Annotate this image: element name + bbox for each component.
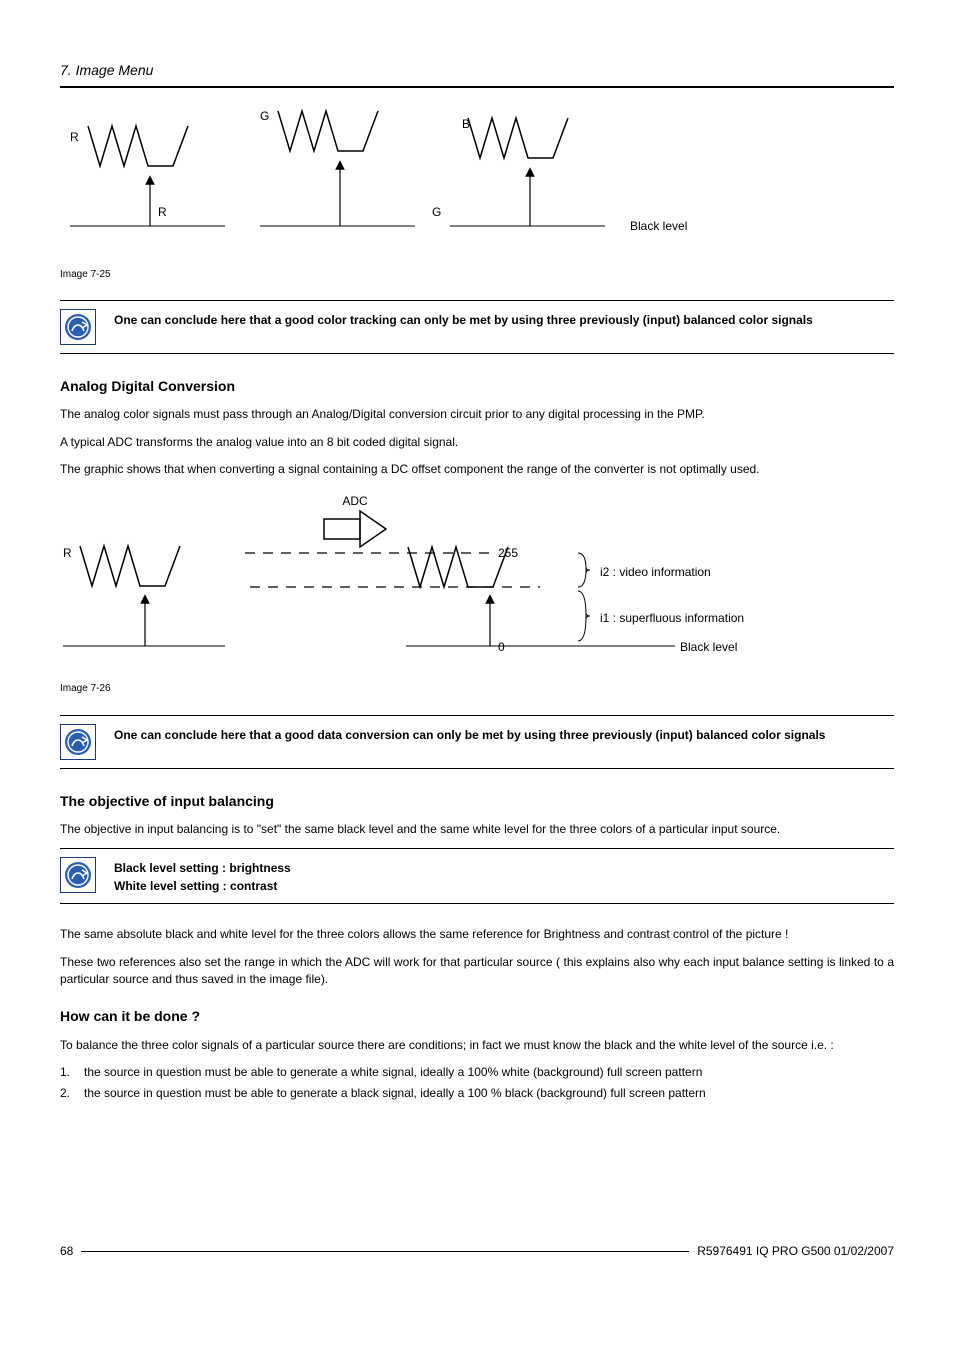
heading-adc: Analog Digital Conversion bbox=[60, 376, 894, 396]
callout-level-settings: Black level setting : brightness White l… bbox=[60, 848, 894, 904]
page-section-header: 7. Image Menu bbox=[60, 60, 894, 88]
list-text: the source in question must be able to g… bbox=[84, 1085, 706, 1102]
label-black-level-2: Black level bbox=[680, 640, 737, 654]
doc-reference: R5976491 IQ PRO G500 01/02/2007 bbox=[697, 1243, 894, 1260]
label-r2: R bbox=[63, 546, 72, 560]
list-num: 1. bbox=[60, 1064, 84, 1081]
figure-7-26-caption: Image 7-26 bbox=[60, 682, 894, 697]
heading-objective: The objective of input balancing bbox=[60, 791, 894, 811]
page-number: 68 bbox=[60, 1243, 73, 1260]
footer-rule bbox=[81, 1251, 689, 1252]
info-icon bbox=[60, 857, 96, 893]
info-icon bbox=[60, 309, 96, 345]
figure-7-25: R R G G B Black level bbox=[60, 106, 894, 261]
section-label: 7. Image Menu bbox=[60, 62, 153, 78]
callout-color-tracking: One can conclude here that a good color … bbox=[60, 300, 894, 354]
white-level-line: White level setting : contrast bbox=[114, 877, 291, 895]
list-item: 1. the source in question must be able t… bbox=[60, 1064, 894, 1081]
how-p1: To balance the three color signals of a … bbox=[60, 1037, 894, 1054]
conditions-list: 1. the source in question must be able t… bbox=[60, 1064, 894, 1103]
callout-text: Black level setting : brightness White l… bbox=[114, 857, 291, 895]
post3-p2: These two references also set the range … bbox=[60, 954, 894, 989]
adc-arrow-icon bbox=[324, 511, 386, 547]
heading-how: How can it be done ? bbox=[60, 1006, 894, 1026]
label-adc: ADC bbox=[342, 494, 368, 508]
page-footer: 68 R5976491 IQ PRO G500 01/02/2007 bbox=[60, 1243, 894, 1260]
adc-p3: The graphic shows that when converting a… bbox=[60, 461, 894, 478]
label-r: R bbox=[70, 130, 79, 144]
list-num: 2. bbox=[60, 1085, 84, 1102]
label-i2: i2 : video information bbox=[600, 565, 711, 579]
label-r-sub: R bbox=[158, 205, 167, 219]
adc-p2: A typical ADC transforms the analog valu… bbox=[60, 434, 894, 451]
list-text: the source in question must be able to g… bbox=[84, 1064, 702, 1081]
callout-text: One can conclude here that a good data c… bbox=[114, 724, 825, 744]
objective-p1: The objective in input balancing is to "… bbox=[60, 821, 894, 838]
label-255: 255 bbox=[498, 546, 518, 560]
label-g-sub: G bbox=[432, 205, 441, 219]
post3-p1: The same absolute black and white level … bbox=[60, 926, 894, 943]
label-0: 0 bbox=[498, 640, 505, 654]
label-g: G bbox=[260, 109, 269, 123]
figure-7-26: ADC R 255 0 i2 : video information i1 : … bbox=[60, 491, 894, 676]
callout-text: One can conclude here that a good color … bbox=[114, 309, 813, 329]
figure-7-25-caption: Image 7-25 bbox=[60, 268, 894, 283]
black-level-line: Black level setting : brightness bbox=[114, 861, 291, 875]
info-icon bbox=[60, 724, 96, 760]
label-i1: i1 : superfluous information bbox=[600, 611, 744, 625]
callout-data-conversion: One can conclude here that a good data c… bbox=[60, 715, 894, 769]
list-item: 2. the source in question must be able t… bbox=[60, 1085, 894, 1102]
adc-p1: The analog color signals must pass throu… bbox=[60, 406, 894, 423]
label-black-level-1: Black level bbox=[630, 219, 687, 233]
